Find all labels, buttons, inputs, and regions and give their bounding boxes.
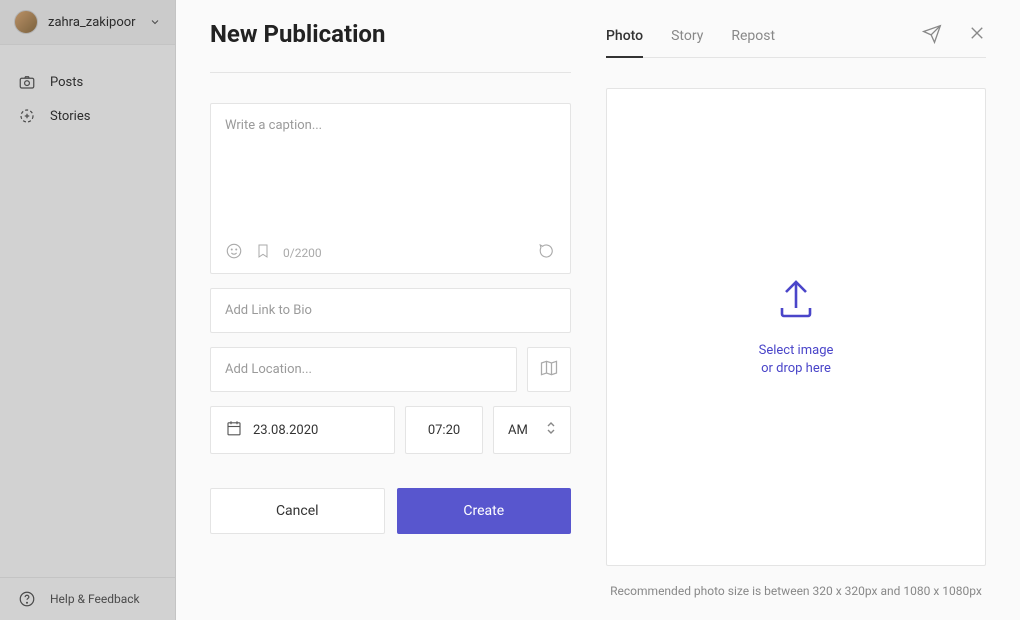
link-bio-input[interactable] bbox=[210, 288, 571, 333]
modal-form-column: New Publication 0/2200 bbox=[176, 0, 596, 620]
nav-item-posts[interactable]: Posts bbox=[0, 65, 175, 99]
nav-item-stories[interactable]: Stories bbox=[0, 99, 175, 133]
bookmark-icon[interactable] bbox=[255, 242, 271, 263]
nav-item-label: Stories bbox=[50, 109, 90, 124]
caption-textarea[interactable] bbox=[225, 118, 556, 238]
ampm-field[interactable]: AM bbox=[493, 406, 571, 454]
time-value: 07:20 bbox=[428, 423, 460, 438]
account-selector[interactable]: zahra_zakipoor bbox=[0, 0, 175, 45]
divider bbox=[210, 72, 571, 73]
upload-zone[interactable]: Select image or drop here bbox=[606, 88, 986, 566]
upload-line1: Select image bbox=[759, 342, 834, 360]
upload-line2: or drop here bbox=[759, 360, 834, 378]
chevron-down-icon bbox=[149, 13, 161, 32]
cancel-button[interactable]: Cancel bbox=[210, 488, 385, 534]
time-field[interactable]: 07:20 bbox=[405, 406, 483, 454]
emoji-icon[interactable] bbox=[225, 242, 243, 263]
modal-title: New Publication bbox=[210, 20, 571, 48]
stepper-icon bbox=[546, 421, 556, 439]
ampm-value: AM bbox=[508, 423, 528, 438]
upload-recommendation: Recommended photo size is between 320 x … bbox=[606, 582, 986, 600]
caption-counter: 0/2200 bbox=[283, 246, 322, 260]
location-input[interactable] bbox=[210, 347, 517, 392]
stories-icon bbox=[18, 107, 36, 125]
new-publication-modal: New Publication 0/2200 bbox=[176, 0, 1020, 620]
map-icon bbox=[539, 358, 559, 382]
nav-list: Posts Stories bbox=[0, 45, 175, 133]
create-button[interactable]: Create bbox=[397, 488, 572, 534]
help-label: Help & Feedback bbox=[50, 592, 140, 606]
nav-item-label: Posts bbox=[50, 75, 83, 90]
tab-story[interactable]: Story bbox=[671, 28, 703, 57]
close-icon[interactable] bbox=[968, 24, 986, 48]
account-name: zahra_zakipoor bbox=[48, 15, 139, 30]
map-button[interactable] bbox=[527, 347, 571, 392]
modal-upload-column: Photo Story Repost Select image or drop … bbox=[596, 0, 1020, 620]
date-value: 23.08.2020 bbox=[253, 423, 318, 438]
help-icon bbox=[18, 590, 36, 608]
upload-icon bbox=[772, 276, 820, 328]
caption-box: 0/2200 bbox=[210, 103, 571, 274]
send-icon[interactable] bbox=[922, 24, 942, 48]
chat-bubble-icon[interactable] bbox=[538, 242, 556, 263]
camera-icon bbox=[18, 73, 36, 91]
calendar-icon bbox=[225, 419, 243, 441]
tab-repost[interactable]: Repost bbox=[731, 28, 775, 57]
avatar bbox=[14, 10, 38, 34]
tab-photo[interactable]: Photo bbox=[606, 28, 643, 58]
date-field[interactable]: 23.08.2020 bbox=[210, 406, 395, 454]
help-feedback[interactable]: Help & Feedback bbox=[0, 577, 176, 620]
sidebar: zahra_zakipoor Posts Stories Help & Feed… bbox=[0, 0, 176, 620]
